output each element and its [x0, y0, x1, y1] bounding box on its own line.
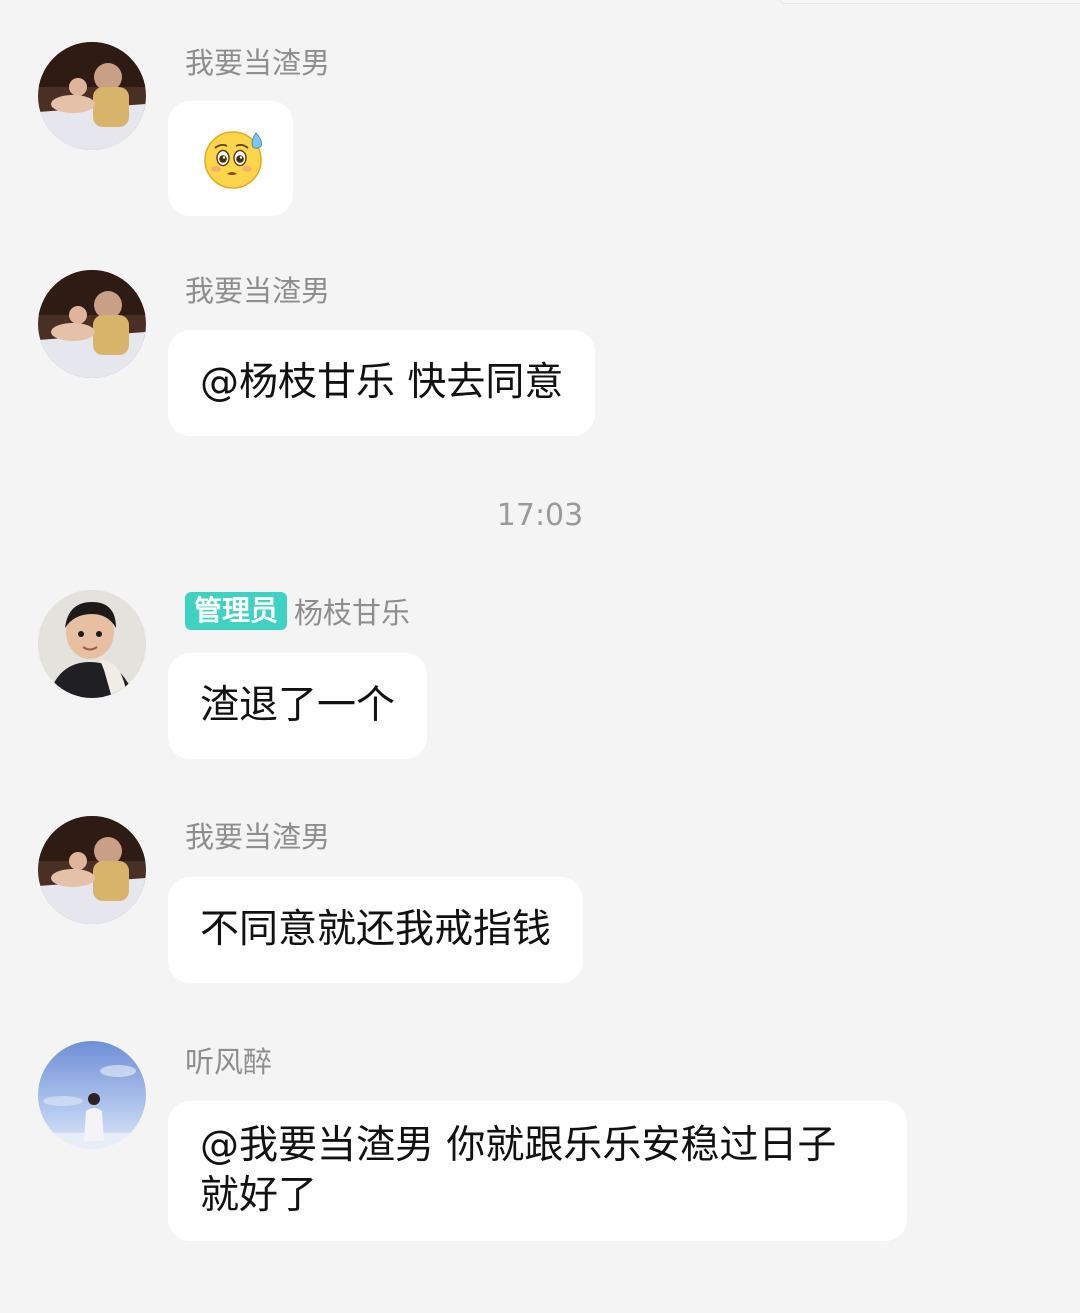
message-bubble[interactable]: 不同意就还我戒指钱 [168, 877, 584, 983]
sender-name: 我要当渣男 [185, 46, 331, 80]
message-text: 不同意就还我戒指钱 [200, 907, 552, 952]
message-text: @杨枝甘乐 快去同意 [200, 360, 564, 405]
sender-line: 管理员 杨枝甘乐 [185, 591, 410, 631]
message-text: @我要当渣男 你就跟乐乐安稳过日子就好了 [200, 1123, 837, 1218]
admin-badge: 管理员 [185, 592, 288, 630]
avatar[interactable] [38, 42, 146, 150]
sender-name: 杨枝甘乐 [294, 596, 411, 630]
sender-name: 我要当渣男 [185, 274, 331, 308]
message-bubble[interactable]: 渣退了一个 [168, 653, 428, 759]
message-bubble[interactable]: @我要当渣男 你就跟乐乐安稳过日子就好了 [168, 1101, 907, 1241]
sender-name: 我要当渣男 [185, 820, 331, 854]
message-bubble[interactable]: @杨枝甘乐 快去同意 [168, 330, 596, 436]
sender-name: 听风醉 [185, 1045, 273, 1079]
avatar[interactable] [38, 590, 146, 698]
message-bubble[interactable] [168, 101, 293, 216]
avatar[interactable] [38, 816, 146, 924]
message-text: 渣退了一个 [200, 683, 396, 728]
avatar[interactable] [38, 1041, 146, 1149]
top-edge-decoration [780, 0, 1080, 4]
time-separator: 17:03 [496, 498, 584, 533]
avatar[interactable] [38, 270, 146, 378]
worried-sweat-emoji-icon [204, 131, 262, 189]
